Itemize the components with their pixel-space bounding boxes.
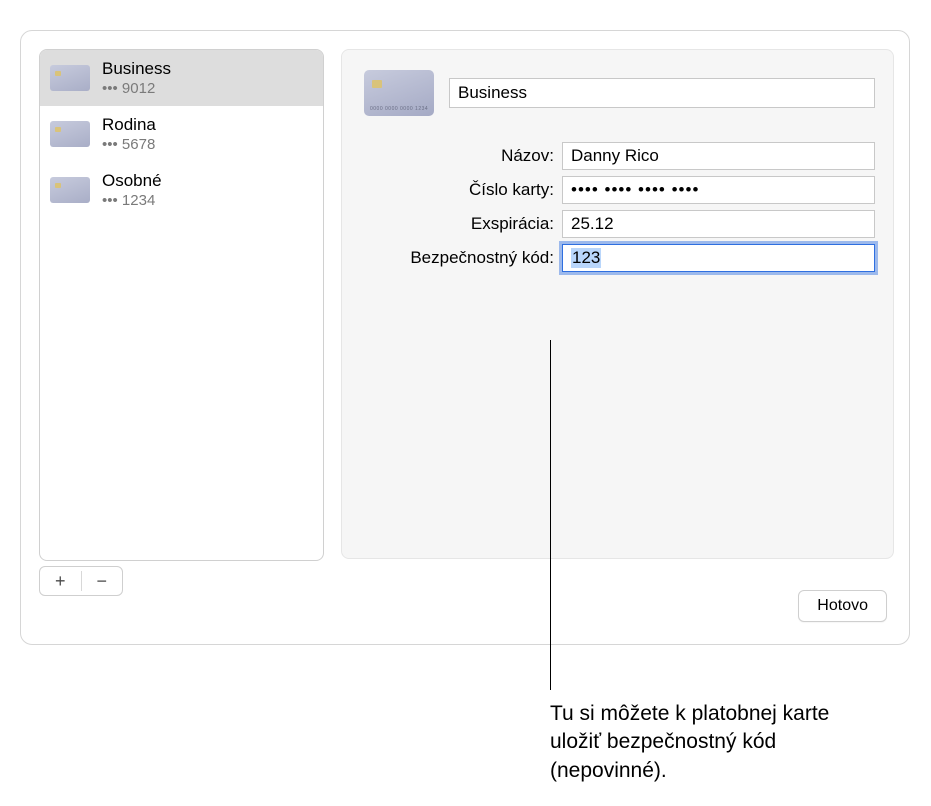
sidebar-item-sub: ••• 9012 [102, 80, 171, 97]
label-number: Číslo karty: [364, 180, 562, 200]
card-description-input[interactable] [449, 78, 875, 108]
card-form: Názov: Číslo karty: Exspirácia: Bezpečno… [364, 142, 875, 272]
sidebar-item-rodina[interactable]: Rodina ••• 5678 [40, 106, 323, 162]
security-code-value: 123 [571, 248, 601, 268]
credit-card-icon [50, 121, 90, 147]
add-card-button[interactable]: + [40, 567, 81, 595]
sidebar-item-text: Osobné ••• 1234 [102, 171, 162, 209]
credit-card-large-icon: 0000 0000 0000 1234 [364, 70, 434, 116]
sidebar-item-title: Osobné [102, 171, 162, 191]
label-expiry: Exspirácia: [364, 214, 562, 234]
autofill-cards-window: Business ••• 9012 Rodina ••• 5678 Osobné… [20, 30, 910, 645]
card-expiry-input[interactable] [562, 210, 875, 238]
form-row-number: Číslo karty: [364, 176, 875, 204]
sidebar-item-osobne[interactable]: Osobné ••• 1234 [40, 162, 323, 218]
minus-icon: − [96, 571, 107, 592]
form-row-expiry: Exspirácia: [364, 210, 875, 238]
cardholder-name-input[interactable] [562, 142, 875, 170]
label-cvv: Bezpečnostný kód: [364, 248, 562, 268]
plus-icon: + [55, 571, 66, 592]
add-remove-control: + − [39, 566, 123, 596]
callout-text: Tu si môžete k platobnej karte uložiť be… [550, 700, 860, 785]
card-detail-pane: 0000 0000 0000 1234 Názov: Číslo karty: … [341, 49, 894, 559]
sidebar-item-title: Rodina [102, 115, 156, 135]
security-code-input[interactable]: 123 [562, 244, 875, 272]
sidebar-item-sub: ••• 1234 [102, 192, 162, 209]
cards-sidebar: Business ••• 9012 Rodina ••• 5678 Osobné… [39, 49, 324, 561]
form-row-cvv: Bezpečnostný kód: 123 [364, 244, 875, 272]
sidebar-item-text: Business ••• 9012 [102, 59, 171, 97]
card-number-input[interactable] [562, 176, 875, 204]
sidebar-item-sub: ••• 5678 [102, 136, 156, 153]
sidebar-item-text: Rodina ••• 5678 [102, 115, 156, 153]
done-button-label: Hotovo [817, 597, 868, 615]
form-row-name: Názov: [364, 142, 875, 170]
done-button[interactable]: Hotovo [798, 590, 887, 622]
credit-card-icon [50, 65, 90, 91]
sidebar-item-business[interactable]: Business ••• 9012 [40, 50, 323, 106]
label-name: Názov: [364, 146, 562, 166]
sidebar-item-title: Business [102, 59, 171, 79]
callout-line [550, 340, 551, 690]
detail-header: 0000 0000 0000 1234 [364, 70, 875, 116]
remove-card-button[interactable]: − [82, 567, 123, 595]
credit-card-icon [50, 177, 90, 203]
